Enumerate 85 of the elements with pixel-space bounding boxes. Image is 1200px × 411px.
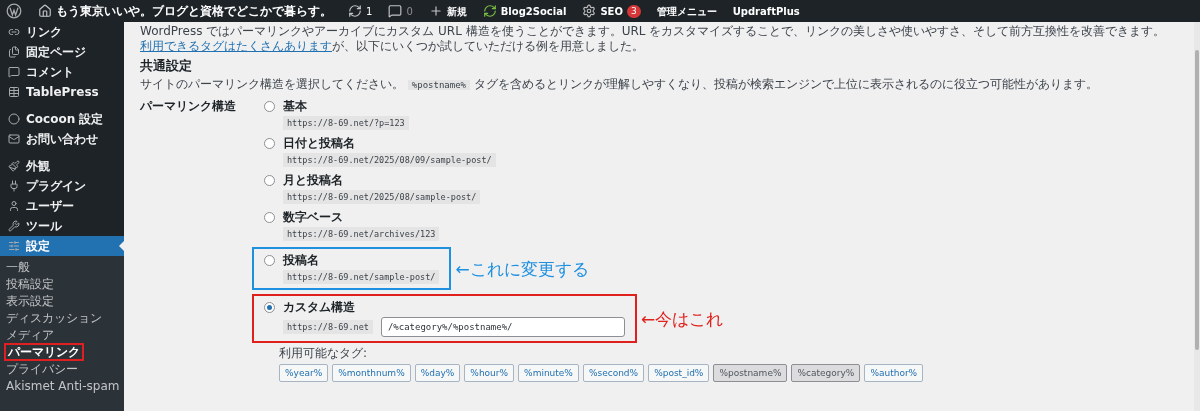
submenu-item[interactable]: Akismet Anti-spam	[4, 378, 122, 393]
site-title-link[interactable]: もう東京いいや。ブログと資格でどこかで暮らす。	[56, 2, 332, 20]
submenu-item[interactable]: プライバシー	[4, 361, 80, 376]
circle-icon	[8, 113, 20, 125]
example-url: https://8-69.net/archives/123	[283, 227, 440, 241]
radio-button[interactable]	[264, 302, 275, 313]
radio-button[interactable]	[264, 101, 275, 112]
wrench-icon	[8, 220, 20, 232]
description-text: サイトのパーマリンク構造を選択してください。 %postname% タグを含めるとリンクが理解しやすくなり、投稿が検索エンジンで上位に表示されるのに役立つ可能性があります。	[140, 77, 1099, 93]
annotation-text: ←今はこれ	[640, 308, 724, 329]
gear-icon	[582, 4, 597, 18]
radio-button[interactable]	[264, 212, 275, 223]
sidebar-menu-item[interactable]: TablePress	[0, 82, 124, 102]
example-url: https://8-69.net/sample-post/	[283, 270, 440, 284]
tag-button[interactable]: %year%	[279, 364, 329, 382]
url-prefix: https://8-69.net	[283, 320, 373, 334]
pages-icon	[8, 46, 20, 58]
scrollbar[interactable]	[1194, 22, 1200, 411]
annotation-text: ←これに変更する	[455, 258, 589, 279]
plus-icon	[428, 4, 443, 18]
updates-count[interactable]: 1	[366, 3, 373, 19]
option-label: 日付と投稿名	[283, 136, 355, 151]
option-label: 投稿名	[283, 253, 319, 268]
admin-bar-link[interactable]: UpdraftPlus	[732, 3, 800, 19]
option-label: カスタム構造	[283, 300, 355, 315]
brush-icon	[8, 160, 20, 172]
wordpress-logo-icon[interactable]	[6, 3, 22, 19]
radio-button[interactable]	[264, 175, 275, 186]
user-icon	[8, 200, 20, 212]
current-pointer-icon	[119, 241, 124, 251]
field-label: パーマリンク構造	[140, 99, 237, 114]
sidebar-menu-item[interactable]: お問い合わせ	[0, 129, 124, 149]
submenu-item[interactable]: 一般	[4, 259, 32, 274]
section-title: 共通設定	[140, 58, 193, 73]
option-label: 数字ベース	[283, 210, 343, 225]
tag-button[interactable]: %second%	[582, 364, 645, 382]
tag-button[interactable]: %post_id%	[648, 364, 710, 382]
submenu-item[interactable]: 投稿設定	[4, 276, 56, 291]
sidebar-menu-item[interactable]: 固定ページ	[0, 42, 124, 62]
settings-icon	[8, 240, 20, 252]
example-url: https://8-69.net/2025/08/09/sample-post/	[283, 153, 496, 167]
plug-icon	[8, 180, 20, 192]
custom-structure-input[interactable]: /%category%/%postname%/	[380, 317, 625, 337]
tag-button[interactable]: %category%	[791, 364, 861, 382]
option-label: 月と投稿名	[283, 173, 343, 188]
sidebar-menu-item[interactable]: 設定	[0, 236, 124, 256]
sidebar-menu-item[interactable]: 外観	[0, 156, 124, 176]
sidebar-menu-item[interactable]: プラグイン	[0, 176, 124, 196]
admin-bar-link[interactable]: Blog2Social	[500, 3, 567, 19]
submenu-item[interactable]: パーマリンク	[4, 342, 84, 361]
submenu-item[interactable]: ディスカッション	[4, 310, 104, 325]
tag-button[interactable]: %day%	[414, 364, 461, 382]
tag-button[interactable]: %postname%	[713, 364, 788, 382]
comment-icon	[8, 66, 20, 78]
refresh-icon	[482, 4, 497, 18]
submenu-item[interactable]: メディア	[4, 327, 56, 342]
sidebar-menu-item[interactable]: リンク	[0, 22, 124, 42]
tag-button[interactable]: %hour%	[464, 364, 515, 382]
link-icon	[8, 26, 20, 38]
sidebar-menu-item[interactable]: ユーザー	[0, 196, 124, 216]
radio-button[interactable]	[264, 138, 275, 149]
notification-badge: 3	[626, 4, 641, 18]
tags-label: 利用可能なタグ:	[279, 346, 369, 361]
home-icon	[38, 4, 52, 18]
radio-button[interactable]	[264, 255, 275, 266]
table-icon	[8, 86, 20, 98]
submenu-item[interactable]: 表示設定	[4, 293, 56, 308]
admin-bar-link[interactable]: 管理メニュー	[656, 3, 717, 19]
comment-icon	[388, 4, 403, 18]
example-url: https://8-69.net/?p=123	[283, 116, 409, 130]
comments-count[interactable]: 0	[406, 3, 413, 19]
tag-button[interactable]: %author%	[864, 364, 924, 382]
tag-button[interactable]: %minute%	[518, 364, 579, 382]
admin-bar-link[interactable]: SEO	[600, 3, 623, 19]
new-link[interactable]: 新規	[446, 3, 467, 19]
mail-icon	[8, 133, 20, 145]
intro-text: WordPress ではパーマリンクやアーカイブにカスタム URL 構造を使うことができます。URL をカスタマイズすることで、リンクの美しさや使いやすさ、そして前方互換性を改善できます。 利用できるタグはたくさんありますが、以下にいくつか試していただける例を用意しました。	[140, 24, 1167, 54]
tags-link[interactable]: 利用できるタグはたくさんあります	[140, 39, 332, 53]
sidebar-menu-item[interactable]: ツール	[0, 216, 124, 236]
updates-icon	[348, 4, 362, 18]
sidebar-menu-item[interactable]: コメント	[0, 62, 124, 82]
option-label: 基本	[283, 99, 307, 114]
example-url: https://8-69.net/2025/08/sample-post/	[283, 190, 481, 204]
tag-button[interactable]: %monthnum%	[332, 364, 411, 382]
sidebar-menu-item[interactable]: Cocoon 設定	[0, 109, 124, 129]
